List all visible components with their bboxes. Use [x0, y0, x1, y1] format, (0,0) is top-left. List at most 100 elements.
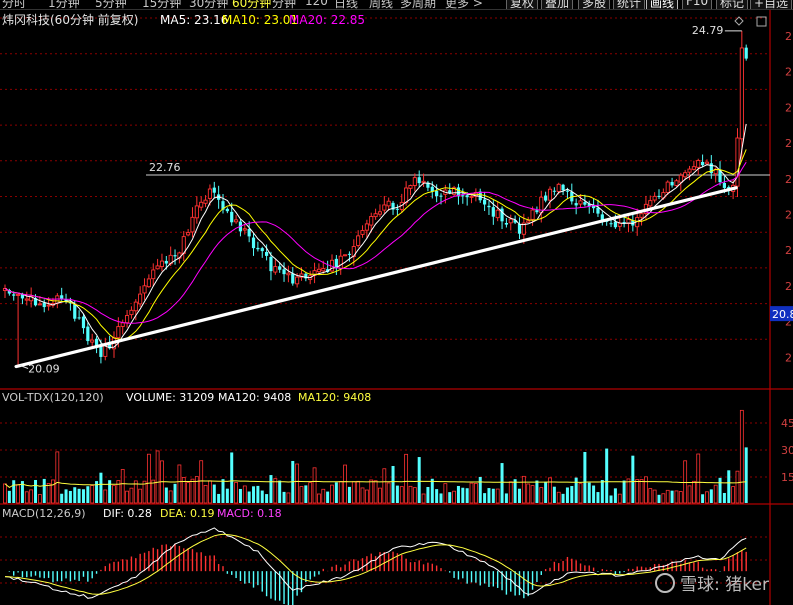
volume-bar [521, 475, 526, 504]
volume-bar [24, 491, 29, 504]
candle-body [234, 219, 239, 223]
candle-body [483, 199, 487, 205]
period-tab-2[interactable]: 5分钟 [95, 0, 127, 9]
dif-value: DIF: 0.28 [103, 507, 152, 520]
volume-bar [617, 493, 622, 504]
candle-body [561, 184, 565, 191]
volume-bar [334, 482, 338, 503]
period-tab-8[interactable]: 日线 [334, 0, 358, 9]
volume-bar [478, 476, 482, 503]
low-label: 20.09 [28, 363, 60, 376]
stock-chart: 22.7624.7920.09222222222220.8炜冈科技(60分钟 前… [0, 10, 793, 605]
volume-bar [535, 480, 539, 503]
volume-bar [552, 486, 556, 503]
period-tab-3[interactable]: 15分钟 [142, 0, 181, 9]
volume-bar [330, 484, 334, 504]
volume-bar [456, 485, 460, 503]
toolbar-button-6[interactable]: 标记 [716, 0, 749, 9]
toolbar-button-7[interactable]: +自选 [750, 0, 793, 9]
volume-bar [212, 484, 216, 503]
macd-label: MACD(12,26,9) [2, 507, 86, 520]
period-tab-10[interactable]: 多周期 [400, 0, 436, 9]
snowball-logo-icon [655, 572, 676, 593]
period-tab-6[interactable]: 分钟 [272, 0, 296, 9]
volume-bar [508, 481, 513, 504]
candle-body [247, 229, 251, 237]
volume-bar [247, 491, 251, 503]
toolbar-button-5[interactable]: F10 [682, 0, 713, 9]
candle-body [151, 269, 156, 280]
volume-bar [452, 490, 456, 504]
volume-bar [321, 488, 326, 504]
price-tick-label: 2 [785, 137, 792, 150]
volume-bar [421, 493, 426, 504]
toolbar-button-2[interactable]: 多股 [578, 0, 611, 9]
candle-body [46, 304, 51, 307]
toolbar-button-1[interactable]: 叠加 [541, 0, 574, 9]
volume-bar [125, 490, 129, 504]
period-tab-7[interactable]: 120 [305, 0, 328, 8]
ma20-line [4, 161, 747, 324]
candle-body [421, 180, 426, 183]
volume-bar [260, 490, 264, 503]
volume-bar [635, 479, 640, 504]
candle-body [578, 200, 583, 205]
candle-body [565, 190, 570, 192]
price-tick-label: 2 [785, 280, 792, 293]
period-tab-5[interactable]: 60分钟 [232, 0, 271, 9]
volume-bar [469, 482, 474, 504]
volume-bar [473, 483, 478, 504]
volume-bar [295, 463, 300, 504]
toolbar-button-0[interactable]: 复权 [506, 0, 539, 9]
candle-body [583, 202, 587, 205]
candle-body [395, 208, 399, 210]
candle-body [696, 160, 701, 168]
volume-bar [722, 492, 726, 503]
volume-bar [230, 452, 234, 503]
volume-bar [234, 482, 238, 504]
candle-body [343, 254, 348, 257]
period-tab-1[interactable]: 1分钟 [48, 0, 80, 9]
volume-bar [657, 494, 661, 503]
volume-bar [151, 479, 156, 504]
volume-bar [42, 478, 46, 503]
volume-bar [373, 480, 378, 504]
candle-body [212, 187, 216, 193]
period-tab-9[interactable]: 周线 [369, 0, 393, 9]
period-tab-11[interactable]: 更多 > [445, 0, 483, 9]
volume-bar [530, 485, 535, 504]
candle-body [556, 183, 561, 192]
price-tick-label: 2 [785, 30, 792, 43]
candle-body [670, 182, 674, 186]
volume-bar [194, 476, 199, 504]
toolbar-button-4[interactable]: 画线 [646, 0, 679, 9]
volume-bar [417, 457, 421, 503]
volume-bar [351, 481, 356, 504]
volume-bar [713, 484, 718, 504]
candle-body [356, 235, 361, 246]
volume-bar [273, 478, 278, 504]
period-tab-4[interactable]: 30分钟 [189, 0, 228, 9]
period-tab-0[interactable]: 分时 [2, 0, 26, 9]
volume-bar [556, 491, 561, 504]
volume-bar [64, 489, 68, 503]
toolbar-button-3[interactable]: 统计 [613, 0, 646, 9]
candle-body [77, 317, 81, 319]
volume-bar [574, 477, 578, 503]
price-tick-label: 2 [785, 66, 792, 79]
volume-bar [146, 453, 151, 504]
candle-body [99, 346, 103, 357]
volume-bar [12, 480, 16, 503]
volume-bar [461, 487, 465, 503]
candle-body [133, 301, 138, 312]
candle-body [530, 209, 535, 220]
macd-value: MACD: 0.18 [217, 507, 282, 520]
volume-bar [504, 493, 508, 503]
volume-bar [613, 488, 617, 503]
volume-bars [3, 409, 748, 504]
volume-bar [282, 491, 286, 503]
volume-bar [382, 468, 387, 504]
candle-body [439, 195, 443, 197]
volume-bar [221, 479, 225, 503]
candle-body [199, 201, 204, 208]
